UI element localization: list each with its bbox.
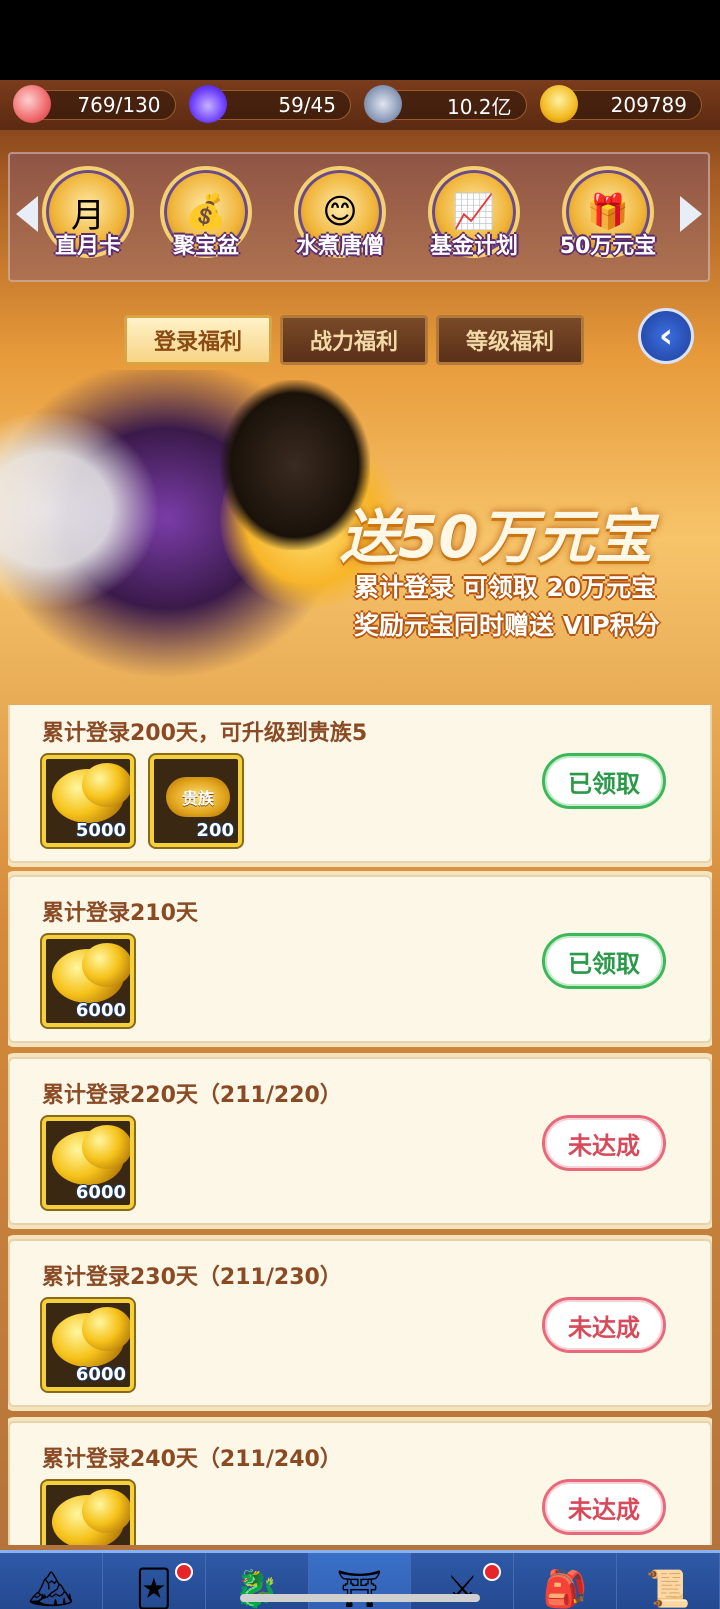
not-reached-button[interactable]: 未达成 xyxy=(542,1479,666,1535)
resource-spirit[interactable]: 59/45 xyxy=(188,85,351,123)
reward-title: 累计登录230天（211/230） xyxy=(42,1265,342,1290)
banner-headline: 送50万元宝 xyxy=(340,503,653,571)
hero-artwork xyxy=(0,370,400,700)
resource-coin[interactable]: 10.2亿 xyxy=(364,85,527,123)
nav-lineup[interactable]: 🃏 阵容 xyxy=(103,1553,206,1609)
carousel-right-arrow-icon[interactable] xyxy=(680,196,702,232)
resource-bar: 769/130 59/45 10.2亿 209789 xyxy=(0,80,720,130)
item-count: 6000 xyxy=(75,1182,126,1203)
feature-fund-plan[interactable]: 📈 基金计划 xyxy=(424,166,524,259)
resource-value: 59/45 xyxy=(278,93,336,117)
feature-label: 直月卡 xyxy=(54,234,121,259)
feature-label: 50万元宝 xyxy=(559,234,657,259)
reward-list[interactable]: 累计登录200天，可升级到贵族5 5000 贵族 200 已领取 累计登录210… xyxy=(8,705,712,1545)
list-item: 累计登录220天（211/220） 6000 未达成 xyxy=(8,1057,712,1225)
not-reached-button[interactable]: 未达成 xyxy=(542,1297,666,1353)
backpack-icon: 🎒 xyxy=(542,1569,588,1609)
item-count: 6000 xyxy=(75,1364,126,1385)
resource-value: 769/130 xyxy=(77,93,161,117)
notification-dot xyxy=(174,1563,193,1581)
gold-ingot-icon xyxy=(82,1489,130,1533)
copper-coin-icon xyxy=(364,85,402,123)
feature-monthly-card[interactable]: 月 直月卡 xyxy=(38,166,138,259)
list-item: 累计登录240天（211/240） 未达成 xyxy=(8,1421,712,1545)
reward-title: 累计登录210天 xyxy=(42,901,198,926)
gold-ingot-icon xyxy=(82,763,130,807)
list-item: 累计登录210天 6000 已领取 xyxy=(8,875,712,1043)
promo-banner: 送50万元宝 累计登录 可领取 20万元宝 奖励元宝同时赠送 VIP积分 xyxy=(0,370,720,700)
status-bar xyxy=(0,0,720,80)
nav-home[interactable]: 🏔 首页 xyxy=(0,1553,103,1609)
nav-backpack[interactable]: 🎒 背包 xyxy=(514,1553,618,1609)
resource-ingot[interactable]: 209789 xyxy=(539,85,702,123)
reward-item-gold[interactable]: 6000 xyxy=(42,1299,134,1391)
item-count: 200 xyxy=(196,820,234,841)
home-icon: 🏔 xyxy=(28,1569,74,1609)
reward-item-gold[interactable] xyxy=(42,1481,134,1545)
tab-login-welfare[interactable]: 登录福利 xyxy=(124,315,272,365)
nav-seek-immortal[interactable]: 📜 寻仙 xyxy=(617,1553,720,1609)
list-item: 累计登录230天（211/230） 6000 未达成 xyxy=(8,1239,712,1407)
seek-immortal-icon: 📜 xyxy=(645,1569,691,1609)
game-screen: 769/130 59/45 10.2亿 209789 月 直月卡 💰 聚宝盆 😊… xyxy=(0,80,720,1609)
reward-item-gold[interactable]: 5000 xyxy=(42,755,134,847)
reward-item-gold[interactable]: 6000 xyxy=(42,935,134,1027)
reward-title: 累计登录240天（211/240） xyxy=(42,1447,342,1472)
list-item: 累计登录200天，可升级到贵族5 5000 贵族 200 已领取 xyxy=(8,705,712,863)
claimed-button[interactable]: 已领取 xyxy=(542,933,666,989)
tab-power-welfare[interactable]: 战力福利 xyxy=(280,315,428,365)
spirit-flame-icon xyxy=(188,85,227,123)
reward-item-noble[interactable]: 贵族 200 xyxy=(150,755,242,847)
item-count: 6000 xyxy=(75,1000,126,1021)
feature-carousel: 月 直月卡 💰 聚宝盆 😊 水煮唐僧 📈 基金计划 🎁 50万元宝 xyxy=(8,152,710,282)
feature-label: 基金计划 xyxy=(429,234,518,259)
banner-line-1: 累计登录 可领取 20万元宝 xyxy=(354,573,657,602)
home-indicator[interactable] xyxy=(240,1594,480,1602)
gold-ingot-icon xyxy=(82,1125,130,1169)
gold-ingot-icon xyxy=(82,1307,130,1351)
not-reached-button[interactable]: 未达成 xyxy=(542,1115,666,1171)
feature-monk[interactable]: 😊 水煮唐僧 xyxy=(290,166,390,259)
item-count: 5000 xyxy=(75,820,126,841)
back-button[interactable]: ‹ xyxy=(638,308,694,364)
reward-title: 累计登录220天（211/220） xyxy=(42,1083,342,1108)
banner-line-2: 奖励元宝同时赠送 VIP积分 xyxy=(354,611,660,640)
carousel-left-arrow-icon[interactable] xyxy=(16,196,38,232)
resource-value: 10.2亿 xyxy=(446,94,512,119)
welfare-tabs: 登录福利 战力福利 等级福利 xyxy=(124,315,584,365)
resource-peach[interactable]: 769/130 xyxy=(13,85,176,123)
gold-ingot-icon xyxy=(539,85,578,123)
feature-gold-chest[interactable]: 🎁 50万元宝 xyxy=(558,166,658,259)
claimed-button[interactable]: 已领取 xyxy=(542,753,666,809)
reward-title: 累计登录200天，可升级到贵族5 xyxy=(42,721,368,746)
gold-ingot-icon xyxy=(82,943,130,987)
notification-dot xyxy=(483,1563,502,1581)
tab-level-welfare[interactable]: 等级福利 xyxy=(436,315,584,365)
fan-decoration xyxy=(0,410,160,610)
peach-icon xyxy=(13,85,51,123)
feature-label: 聚宝盆 xyxy=(172,234,239,259)
noble-badge-icon: 贵族 xyxy=(166,777,230,817)
reward-item-gold[interactable]: 6000 xyxy=(42,1117,134,1209)
feature-treasure-bowl[interactable]: 💰 聚宝盆 xyxy=(156,166,256,259)
feature-label: 水煮唐僧 xyxy=(295,234,384,259)
back-arrow-icon: ‹ xyxy=(658,316,673,356)
resource-value: 209789 xyxy=(610,93,687,117)
